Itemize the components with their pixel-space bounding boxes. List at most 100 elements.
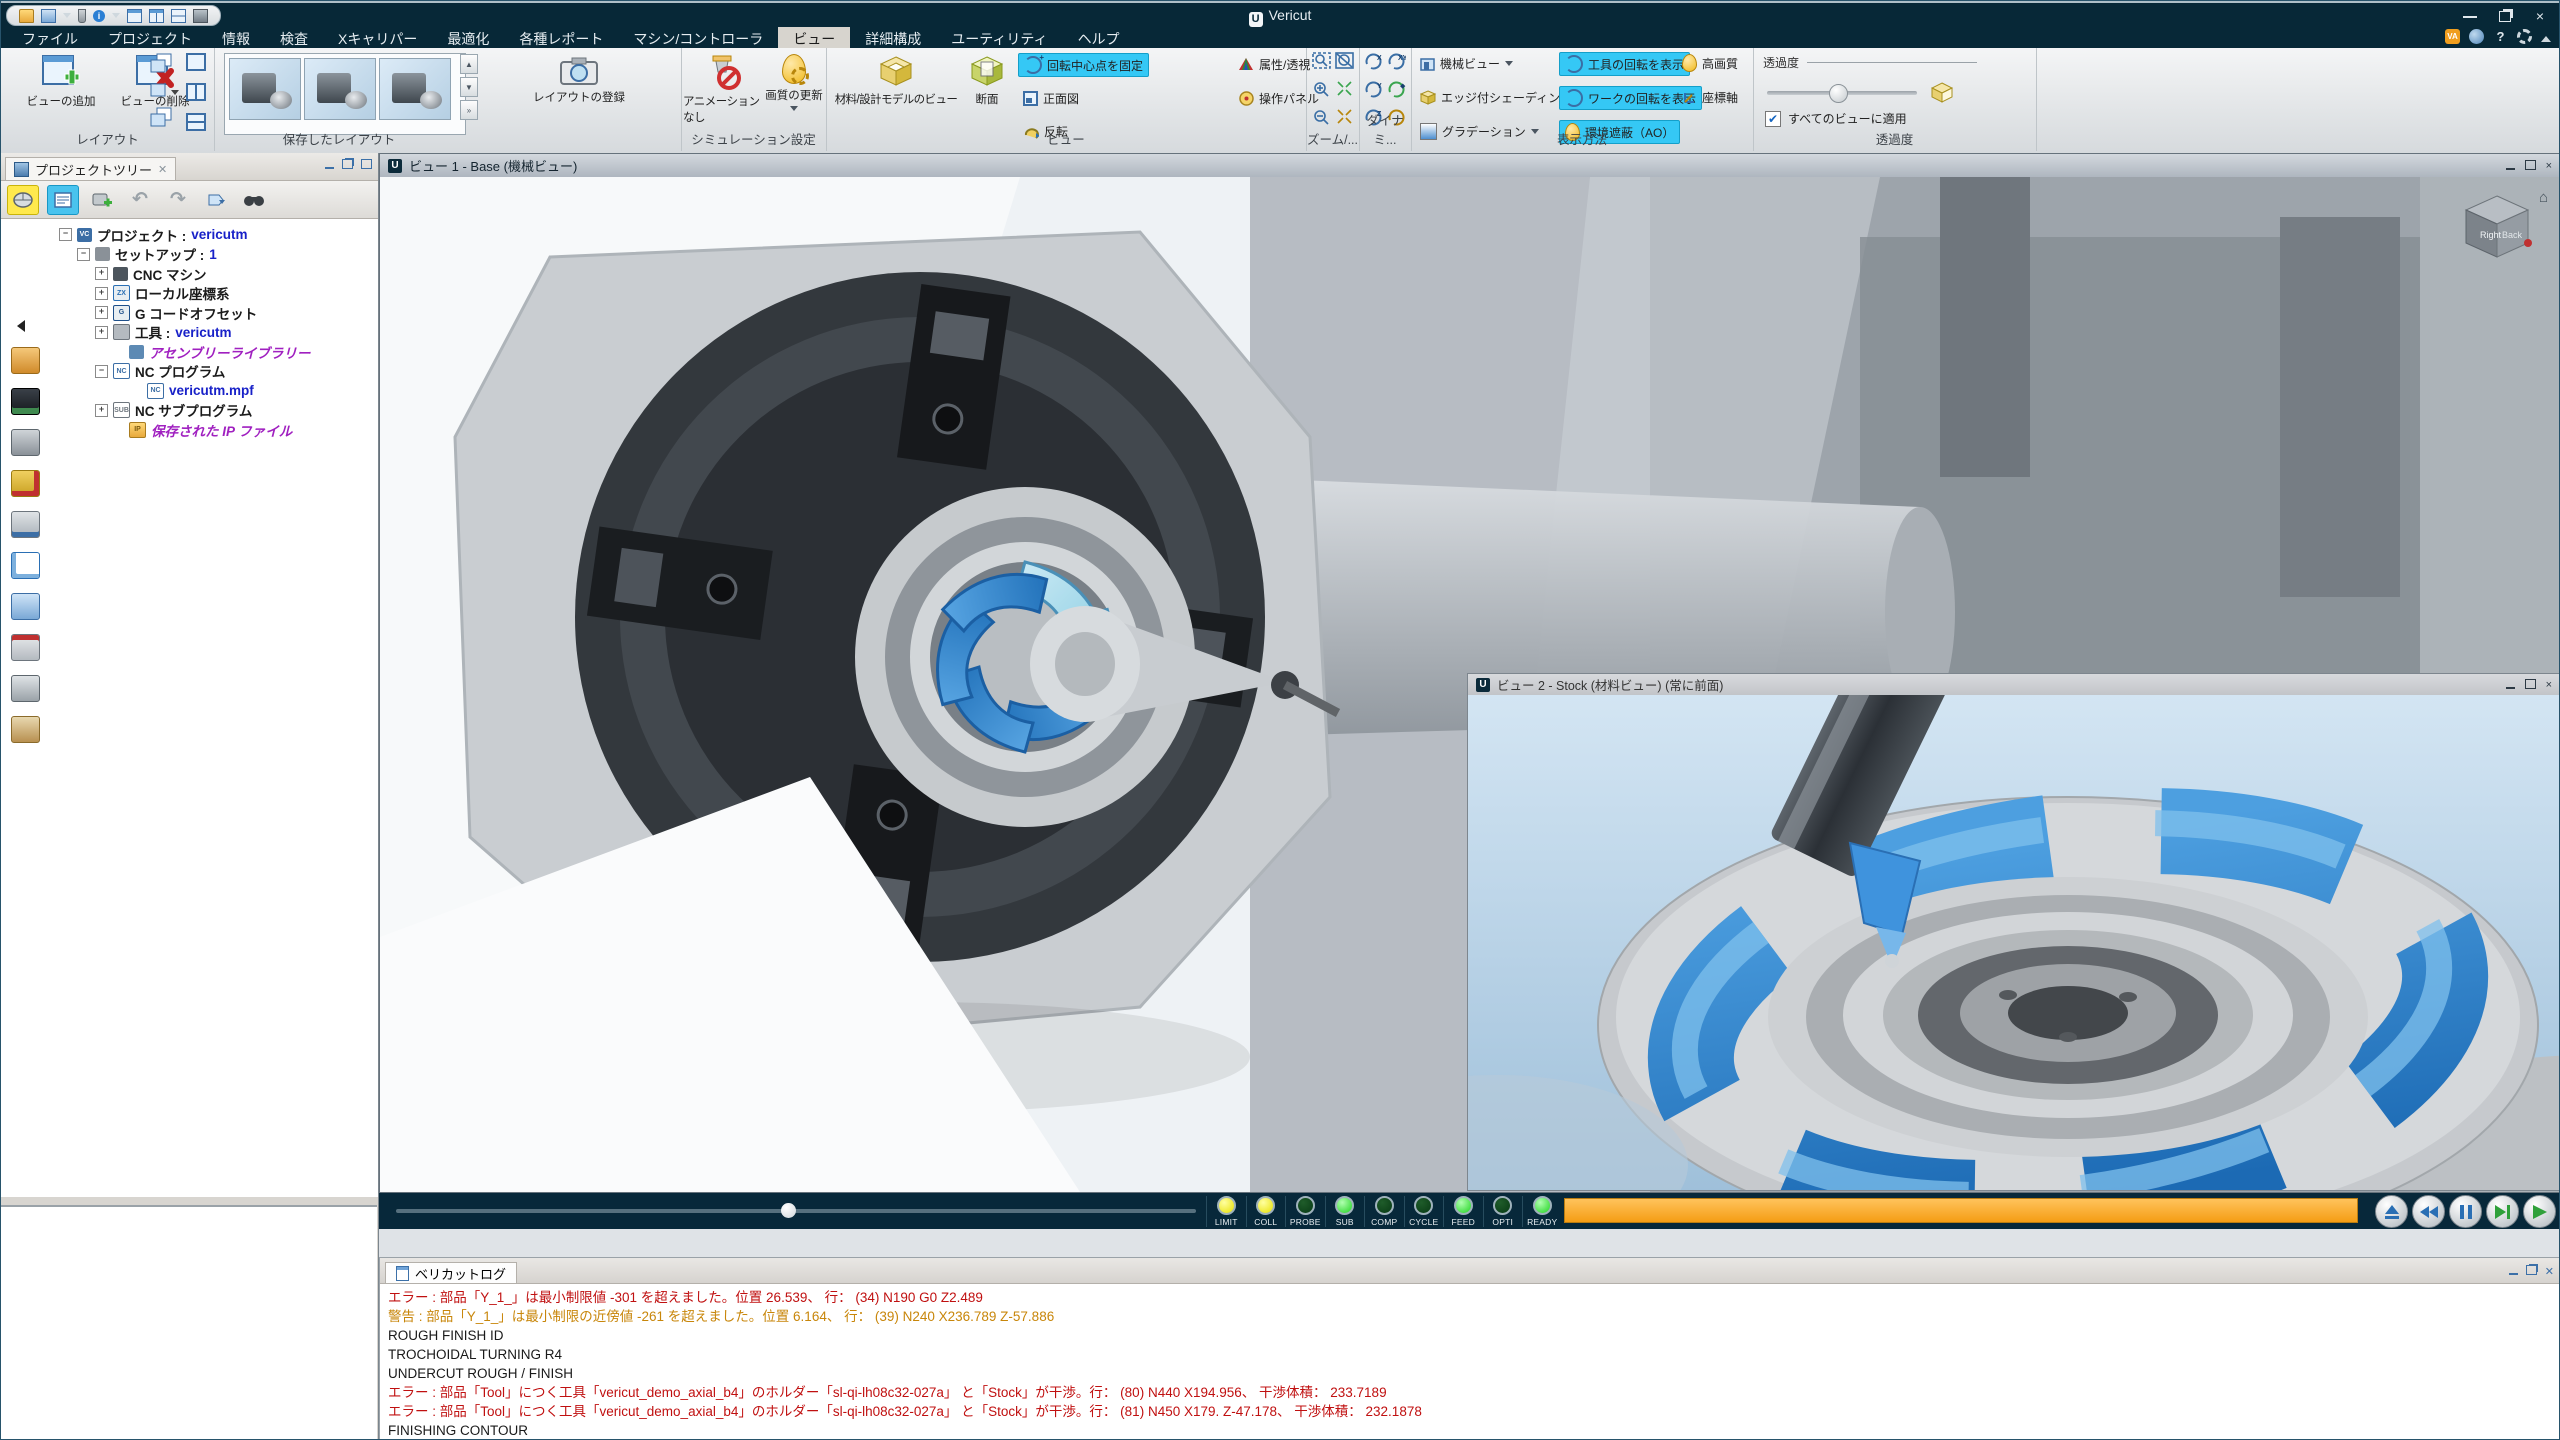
reset-button[interactable] <box>2375 1195 2408 1228</box>
tree-item-nc-file[interactable]: NC vericutm.mpf <box>131 381 378 401</box>
menu-tab-project[interactable]: プロジェクト <box>93 27 207 48</box>
view2-close-icon[interactable]: × <box>2546 679 2552 691</box>
section-button[interactable]: 断面 <box>964 54 1010 107</box>
gcode-strip-icon[interactable] <box>11 675 40 702</box>
log-close-icon[interactable]: ✕ <box>2545 1265 2554 1278</box>
restore-button[interactable] <box>2499 11 2511 22</box>
coord-axes-button[interactable]: 座標軸 <box>1677 86 1743 108</box>
menu-tab-reports[interactable]: 各種レポート <box>504 27 618 48</box>
tree-item-ip-files[interactable]: IP 保存された IP ファイル <box>113 420 378 440</box>
expander-icon[interactable]: + <box>95 267 108 280</box>
panel-float-icon[interactable] <box>342 159 353 169</box>
step-button[interactable] <box>2486 1195 2519 1228</box>
collision-check-icon[interactable] <box>11 470 40 497</box>
log-body[interactable]: エラー : 部品「Y_1_」は最小制限値 -301 を超えました。位置 26.5… <box>380 1284 2560 1440</box>
menu-tab-view[interactable]: ビュー <box>778 27 850 48</box>
front-view-button[interactable]: 正面図 <box>1018 87 1084 109</box>
view-capture-icon[interactable] <box>11 593 40 620</box>
expander-icon[interactable]: − <box>77 248 90 261</box>
control-panel-strip-icon[interactable] <box>11 388 40 415</box>
tree-item-cnc-machine[interactable]: + CNC マシン <box>95 264 378 284</box>
minimize-button[interactable] <box>2463 8 2477 18</box>
axis-strip-icon[interactable] <box>11 552 40 579</box>
tool-measure-icon[interactable] <box>11 511 40 538</box>
expander-icon[interactable]: − <box>95 365 108 378</box>
settings-gear-icon[interactable] <box>2517 29 2532 44</box>
play-button[interactable] <box>2523 1195 2556 1228</box>
scroll-more-button[interactable]: » <box>460 100 478 120</box>
scroll-up-button[interactable]: ▲ <box>460 54 478 74</box>
quality-dropdown-icon[interactable] <box>790 106 798 111</box>
collapse-ribbon-icon[interactable] <box>2541 36 2551 42</box>
log-minimize-icon[interactable] <box>2509 1265 2518 1275</box>
export-model-button[interactable] <box>201 186 231 214</box>
tree-item-local-csys[interactable]: + ZX ローカル座標系 <box>95 284 378 304</box>
quality-update-button[interactable]: 画質の更新 <box>763 54 825 111</box>
tree-item-project[interactable]: − VC プロジェクト :vericutm <box>59 225 378 245</box>
expander-icon[interactable]: + <box>95 306 108 319</box>
view2-title-bar[interactable]: U ビュー 2 - Stock (材料ビュー) (常に前面) × <box>1468 674 2560 695</box>
fix-rotation-center-button[interactable]: + 回転中心点を固定 <box>1018 53 1149 77</box>
saved-layout-thumb-2[interactable] <box>304 58 376 120</box>
history-clock-icon[interactable] <box>11 716 40 743</box>
menu-tab-configuration[interactable]: 詳細構成 <box>850 27 936 48</box>
attributes-perspective-button[interactable]: 属性/透視 <box>1234 53 1315 75</box>
material-design-view-button[interactable]: 材料/設計モデルのビュー <box>830 54 962 107</box>
close-button[interactable]: × <box>2533 8 2547 24</box>
pause-button[interactable] <box>2449 1195 2482 1228</box>
tree-item-setup[interactable]: − セットアップ :1 <box>77 245 378 265</box>
tree-item-nc-subprogram[interactable]: + SUB NC サブプログラム <box>95 401 378 421</box>
view1-title-bar[interactable]: U ビュー 1 - Base (機械ビュー) × <box>380 154 2560 177</box>
expander-icon[interactable]: + <box>95 404 108 417</box>
menu-tab-file[interactable]: ファイル <box>7 27 93 48</box>
machine-station-icon[interactable] <box>11 429 40 456</box>
apply-all-checkbox[interactable]: ✔ <box>1765 111 1781 127</box>
log-float-icon[interactable] <box>2526 1265 2537 1275</box>
add-view-button[interactable]: ビューの追加 <box>15 54 107 109</box>
menu-tab-machine-controller[interactable]: マシン/コントローラ <box>618 27 778 48</box>
expander-icon[interactable]: + <box>95 287 108 300</box>
transparency-cube-icon[interactable] <box>1931 82 1953 103</box>
report-icon[interactable] <box>11 634 40 661</box>
scroll-down-button[interactable]: ▼ <box>460 77 478 97</box>
transparency-slider[interactable] <box>1767 91 1917 95</box>
no-animation-button[interactable]: アニメーションなし <box>683 54 763 125</box>
assistant-icon[interactable]: VA <box>2445 29 2460 44</box>
tab-close-icon[interactable]: ✕ <box>158 163 167 176</box>
menu-tab-help[interactable]: ヘルプ <box>1063 27 1135 48</box>
panel-maximize-icon[interactable] <box>361 159 372 169</box>
menu-tab-inspect[interactable]: 検査 <box>265 27 323 48</box>
view2-minimize-icon[interactable] <box>2506 679 2515 689</box>
rewind-button[interactable] <box>2412 1195 2445 1228</box>
zoom-icons[interactable] <box>1312 52 1354 132</box>
log-tab[interactable]: ベリカットログ <box>385 1262 517 1283</box>
expander-icon[interactable]: + <box>95 326 108 339</box>
add-setup-button[interactable] <box>87 186 117 214</box>
progress-slider[interactable] <box>396 1209 1196 1213</box>
menu-tab-info[interactable]: 情報 <box>207 27 265 48</box>
machine-view-dropdown[interactable]: 機械ビュー <box>1415 52 1518 74</box>
redo-button[interactable]: ↷ <box>163 186 193 214</box>
undo-button[interactable]: ↶ <box>125 186 155 214</box>
progress-slider-knob[interactable] <box>781 1203 796 1218</box>
menu-tab-optimize[interactable]: 最適化 <box>432 27 504 48</box>
tree-collapse-arrow[interactable] <box>17 319 25 337</box>
tree-item-nc-program[interactable]: − NC NC プログラム <box>95 362 378 382</box>
menu-tab-utilities[interactable]: ユーティリティ <box>936 27 1062 48</box>
tree-detail-button[interactable] <box>47 185 79 215</box>
machine-config-icon[interactable] <box>11 347 40 374</box>
saved-layout-thumb-1[interactable] <box>229 58 301 120</box>
panel-minimize-icon[interactable] <box>325 159 334 169</box>
home-view-icon[interactable]: ⌂ <box>2539 189 2548 206</box>
view1-close-icon[interactable]: × <box>2546 160 2552 172</box>
view1-restore-icon[interactable] <box>2525 160 2536 170</box>
tree-item-assembly-library[interactable]: アセンブリーライブラリー <box>113 342 378 362</box>
tree-item-gcode-offset[interactable]: + G G コードオフセット <box>95 303 378 323</box>
high-quality-button[interactable]: 高画質 <box>1677 52 1743 74</box>
orientation-cube[interactable]: ⌂ Right Back <box>2460 191 2534 268</box>
saved-layout-thumb-3[interactable] <box>379 58 451 120</box>
tree-item-tools[interactable]: + 工具 :vericutm <box>95 323 378 343</box>
arrange-views-icons[interactable] <box>149 52 183 130</box>
mouse-mode-button[interactable] <box>7 185 39 215</box>
view2-viewport[interactable] <box>1468 695 2560 1190</box>
